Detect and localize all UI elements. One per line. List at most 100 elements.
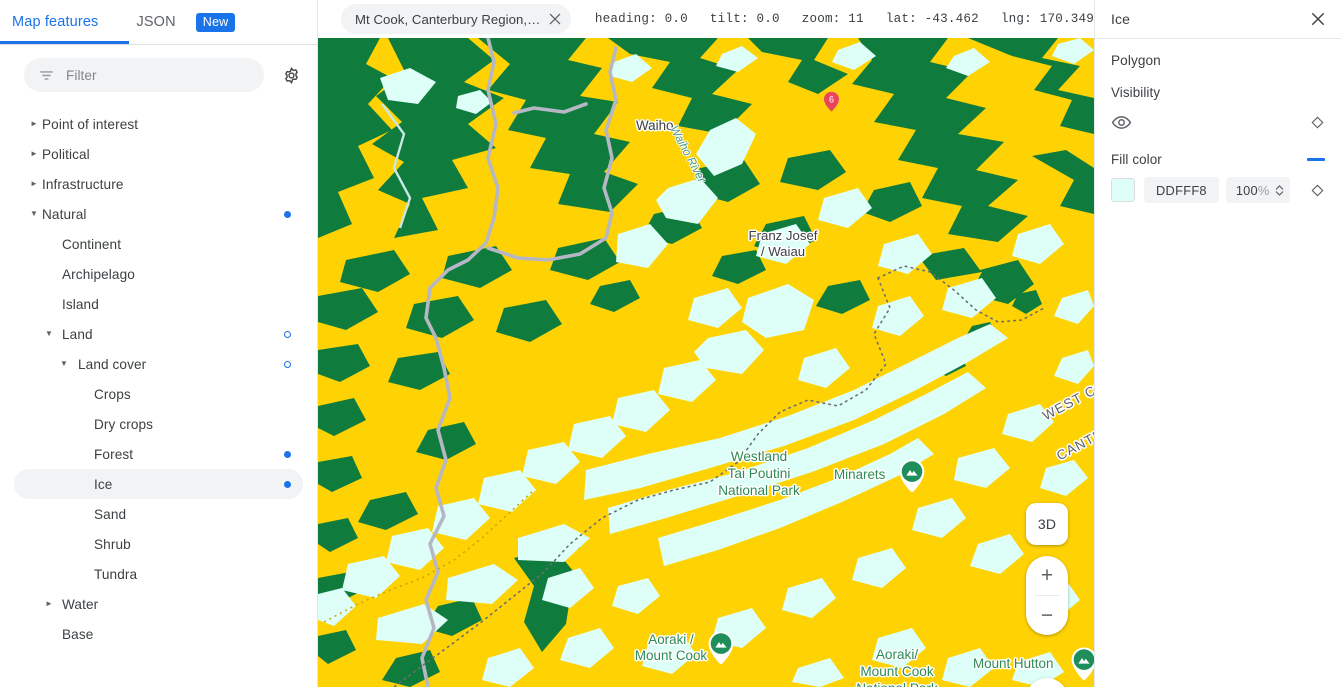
toggle-3d-label: 3D — [1037, 516, 1057, 532]
tree-item-ice[interactable]: Ice — [14, 469, 303, 499]
chevron-down-icon[interactable]: ▼ — [43, 330, 55, 338]
toggle-3d-button[interactable]: 3D — [1026, 503, 1068, 545]
tree-item-label: Archipelago — [62, 266, 135, 282]
tree-item-dry-crops[interactable]: Dry crops — [14, 409, 303, 439]
tree-item-land-cover[interactable]: ▼ Land cover — [14, 349, 303, 379]
chevron-right-icon[interactable]: ► — [28, 180, 40, 188]
tree-item-forest[interactable]: Forest — [14, 439, 303, 469]
style-inspector-panel: Ice Polygon Visibility Fill color DDFFF8… — [1094, 0, 1341, 687]
diamond-icon[interactable] — [1307, 112, 1327, 132]
tree-item-island[interactable]: Island — [14, 289, 303, 319]
map-features-sidebar: Map features JSON New Filter ► Point of … — [0, 0, 318, 687]
map-viewport[interactable]: Mt Cook, Canterbury Region, New Zealand … — [318, 0, 1094, 687]
tree-item-land[interactable]: ▼ Land — [14, 319, 303, 349]
tree-item-shrub[interactable]: Shrub — [14, 529, 303, 559]
opacity-value: 100 — [1235, 182, 1258, 198]
zoom-out-label: − — [1040, 604, 1054, 627]
inspector-body: Polygon Visibility Fill color DDFFF8 100… — [1095, 39, 1341, 203]
svg-text:6: 6 — [829, 94, 834, 104]
tree-item-infrastructure[interactable]: ► Infrastructure — [14, 169, 303, 199]
tree-item-label: Sand — [94, 506, 127, 522]
fill-color-property-label: Fill color — [1095, 152, 1341, 167]
close-icon[interactable] — [1307, 8, 1329, 30]
tab-json-label: JSON — [136, 14, 176, 30]
telemetry-heading: heading: 0.0 — [594, 12, 688, 26]
highway-shield-icon[interactable]: 6 — [823, 91, 840, 112]
tree-item-continent[interactable]: Continent — [14, 229, 303, 259]
partial-modified-dot — [284, 330, 291, 338]
filter-row: Filter — [0, 45, 317, 105]
chevron-right-icon[interactable]: ► — [43, 600, 55, 608]
inspector-title: Ice — [1111, 11, 1130, 27]
tree-item-label: Shrub — [94, 536, 131, 552]
zoom-in-label: + — [1040, 564, 1054, 587]
fill-color-property-row: DDFFF8 100% — [1095, 177, 1341, 203]
new-badge: New — [195, 12, 236, 33]
tree-item-sand[interactable]: Sand — [14, 499, 303, 529]
app-root: Map features JSON New Filter ► Point of … — [0, 0, 1341, 687]
tree-item-label: Continent — [62, 236, 122, 252]
chevron-down-icon[interactable]: ▼ — [28, 210, 40, 218]
camera-telemetry: heading: 0.0 tilt: 0.0 zoom: 11 lat: -43… — [595, 12, 1094, 26]
close-icon[interactable] — [545, 9, 565, 29]
search-input[interactable]: Mt Cook, Canterbury Region, New Zealand — [341, 4, 571, 34]
tree-item-label: Ice — [94, 476, 113, 492]
chevron-right-icon[interactable]: ► — [28, 120, 40, 128]
map-tiles — [318, 38, 1094, 687]
mountain-pin-icon[interactable] — [1069, 646, 1094, 682]
tree-item-label: Crops — [94, 386, 131, 402]
tab-map-features[interactable]: Map features — [0, 0, 122, 44]
mountain-pin-icon[interactable] — [706, 630, 736, 666]
tree-item-crops[interactable]: Crops — [14, 379, 303, 409]
tree-item-base[interactable]: Base — [14, 619, 303, 649]
modified-dot — [284, 210, 291, 218]
gear-icon[interactable] — [278, 62, 304, 88]
tree-item-tundra[interactable]: Tundra — [14, 559, 303, 589]
hex-input[interactable]: DDFFF8 — [1144, 177, 1219, 203]
tree-item-label: Land — [62, 326, 93, 342]
chevron-down-icon[interactable]: ▼ — [58, 360, 70, 368]
tree-item-political[interactable]: ► Political — [14, 139, 303, 169]
tree-item-label: Political — [42, 146, 90, 162]
telemetry-lng: lng: 170.349 — [1000, 12, 1094, 26]
modified-dot — [284, 480, 291, 488]
eye-icon[interactable] — [1111, 110, 1135, 134]
tab-map-features-label: Map features — [12, 14, 99, 30]
tree-item-natural[interactable]: ▼ Natural — [14, 199, 303, 229]
visibility-label: Visibility — [1111, 85, 1161, 100]
telemetry-zoom: zoom: 11 — [801, 12, 864, 26]
feature-tree: ► Point of interest ► Political ► Infras… — [0, 105, 317, 649]
modified-dot — [284, 450, 291, 458]
override-indicator-icon[interactable] — [1307, 158, 1325, 161]
zoom-in-button[interactable]: + — [1026, 556, 1068, 595]
opacity-stepper[interactable] — [1274, 184, 1285, 197]
tree-item-water[interactable]: ► Water — [14, 589, 303, 619]
visibility-property-row — [1095, 110, 1341, 134]
inspector-header: Ice — [1095, 0, 1341, 39]
opacity-input[interactable]: 100% — [1225, 177, 1291, 203]
tree-item-label: Dry crops — [94, 416, 154, 432]
map-topbar: Mt Cook, Canterbury Region, New Zealand … — [318, 0, 1094, 38]
zoom-controls: + − — [1026, 556, 1068, 635]
visibility-property-label: Visibility — [1095, 85, 1341, 100]
opacity-unit: % — [1257, 182, 1270, 198]
chevron-right-icon[interactable]: ► — [28, 150, 40, 158]
tree-item-label: Water — [62, 596, 99, 612]
color-swatch[interactable] — [1111, 178, 1135, 202]
tree-item-label: Point of interest — [42, 116, 139, 132]
tree-item-label: Base — [62, 626, 94, 642]
filter-input[interactable]: Filter — [24, 58, 264, 92]
map-canvas[interactable] — [318, 38, 1094, 687]
active-tab-underline — [0, 41, 129, 44]
tree-item-label: Island — [62, 296, 99, 312]
tab-json[interactable]: JSON — [122, 0, 183, 44]
mountain-pin-icon[interactable] — [897, 458, 927, 494]
geometry-section-title: Polygon — [1111, 53, 1161, 68]
tree-item-archipelago[interactable]: Archipelago — [14, 259, 303, 289]
new-badge-wrap: New — [184, 0, 236, 44]
sidebar-tabbar: Map features JSON New — [0, 0, 317, 45]
diamond-icon[interactable] — [1307, 180, 1327, 200]
tree-item-label: Forest — [94, 446, 134, 462]
tree-item-point-of-interest[interactable]: ► Point of interest — [14, 109, 303, 139]
telemetry-lat: lat: -43.462 — [885, 12, 979, 26]
